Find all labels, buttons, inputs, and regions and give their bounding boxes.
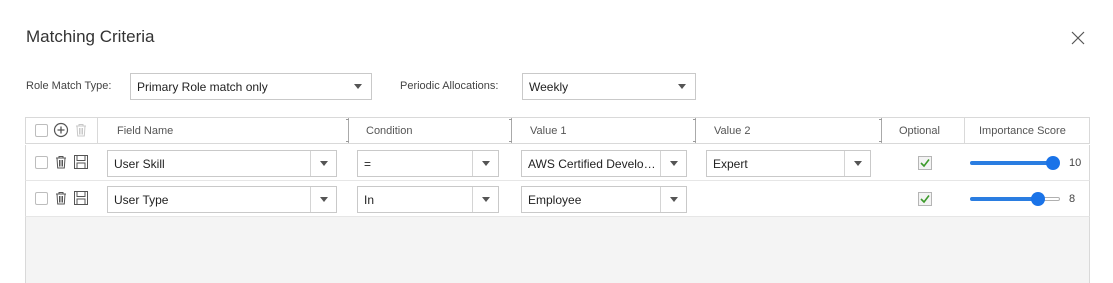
chevron-down-icon [310,151,336,176]
chevron-down-icon [660,187,686,212]
grid-header: Field Name Condition Value 1 Value 2 Opt… [25,117,1090,144]
header-field-name: Field Name [117,124,174,137]
slider-fill [970,197,1038,201]
header-value1: Value 1 [530,124,567,137]
field-name-select[interactable]: User Type [107,186,337,213]
field-name-value: User Type [114,192,169,207]
column-resize-handle[interactable] [693,118,696,143]
optional-checkbox[interactable] [918,192,932,206]
condition-select[interactable]: = [357,150,499,177]
check-icon [920,195,930,204]
importance-score-value: 10 [1069,157,1082,169]
value1-value: Employee [528,192,582,207]
chevron-down-icon [660,151,686,176]
chevron-down-icon [844,151,870,176]
column-divider [964,118,965,143]
chevron-down-icon [345,74,371,99]
column-resize-handle[interactable] [346,118,349,143]
dialog-title: Matching Criteria [26,27,155,46]
value1-select[interactable]: AWS Certified Develop... [521,150,687,177]
field-name-value: User Skill [114,156,165,171]
trash-icon[interactable] [53,190,69,206]
grid-empty-area [25,217,1090,283]
chevron-down-icon [472,187,498,212]
value2-value: Expert [713,156,748,171]
role-match-type-value: Primary Role match only [137,79,268,94]
periodic-allocations-label: Periodic Allocations: [400,80,499,92]
field-name-select[interactable]: User Skill [107,150,337,177]
importance-score-value: 8 [1069,193,1076,205]
row-checkbox[interactable] [35,156,48,169]
periodic-allocations-select[interactable]: Weekly [522,73,696,100]
condition-value: = [364,156,372,171]
slider-thumb[interactable] [1031,192,1045,206]
save-icon[interactable] [73,154,89,170]
table-row: User Type In Employee 8 [25,181,1090,217]
header-value2: Value 2 [714,124,751,137]
header-importance-score: Importance Score [979,124,1066,137]
add-circle-icon[interactable] [53,122,69,138]
trash-icon[interactable] [73,122,89,138]
table-row: User Skill = AWS Certified Develop... Ex… [25,145,1090,181]
chevron-down-icon [310,187,336,212]
save-icon[interactable] [73,190,89,206]
condition-value: In [364,192,375,207]
periodic-allocations-value: Weekly [529,79,569,94]
chevron-down-icon [472,151,498,176]
importance-slider[interactable] [970,153,1060,173]
row-checkbox[interactable] [35,192,48,205]
column-divider [97,118,98,143]
select-all-checkbox[interactable] [35,124,48,137]
value1-select[interactable]: Employee [521,186,687,213]
value2-select[interactable]: Expert [706,150,871,177]
slider-thumb[interactable] [1046,156,1060,170]
slider-fill [970,161,1053,165]
role-match-type-select[interactable]: Primary Role match only [130,73,372,100]
check-icon [920,159,930,168]
importance-slider[interactable] [970,189,1060,209]
close-icon[interactable] [1071,31,1085,45]
role-match-type-label: Role Match Type: [26,80,112,92]
column-resize-handle[interactable] [879,118,882,143]
header-condition: Condition [366,124,413,137]
trash-icon[interactable] [53,154,69,170]
condition-select[interactable]: In [357,186,499,213]
value1-value: AWS Certified Develop... [528,156,660,171]
chevron-down-icon [669,74,695,99]
header-optional: Optional [899,124,940,137]
optional-checkbox[interactable] [918,156,932,170]
column-resize-handle[interactable] [509,118,512,143]
